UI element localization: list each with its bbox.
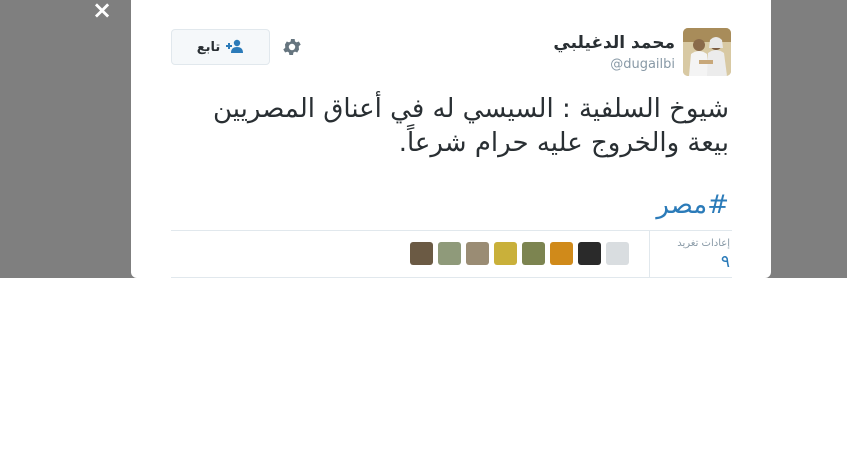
retweeter-avatar-1[interactable]	[410, 242, 433, 265]
retweets-label: إعادات تغريد	[677, 238, 730, 249]
retweets-count[interactable]: ٩	[721, 252, 730, 272]
tweet-text: شيوخ السلفية : السيسي له في أعناق المصري…	[213, 94, 729, 158]
close-icon[interactable]: ×	[90, 0, 114, 22]
retweeter-avatar-5[interactable]	[522, 242, 545, 265]
divider	[171, 277, 732, 278]
author-handle[interactable]: @dugailbi	[610, 57, 675, 72]
hashtag-link[interactable]: #مصر	[656, 190, 729, 220]
gear-icon[interactable]	[281, 36, 303, 58]
author-avatar[interactable]	[683, 28, 731, 76]
follow-button[interactable]: تابع	[171, 29, 270, 65]
tweet-modal: محمد الدغيلبي @dugailbi تابع شيوخ السلفي…	[131, 0, 771, 278]
retweeter-avatar-6[interactable]	[550, 242, 573, 265]
follow-label: تابع	[196, 39, 221, 55]
retweeter-avatar-2[interactable]	[438, 242, 461, 265]
retweeter-avatar-8[interactable]	[606, 242, 629, 265]
stats-separator	[649, 231, 650, 277]
retweeter-avatar-7[interactable]	[578, 242, 601, 265]
retweeters-list	[410, 242, 629, 266]
author-name[interactable]: محمد الدغيلبي	[553, 33, 675, 53]
retweeter-avatar-4[interactable]	[494, 242, 517, 265]
divider	[171, 230, 732, 231]
add-user-icon	[226, 38, 244, 57]
retweeter-avatar-3[interactable]	[466, 242, 489, 265]
